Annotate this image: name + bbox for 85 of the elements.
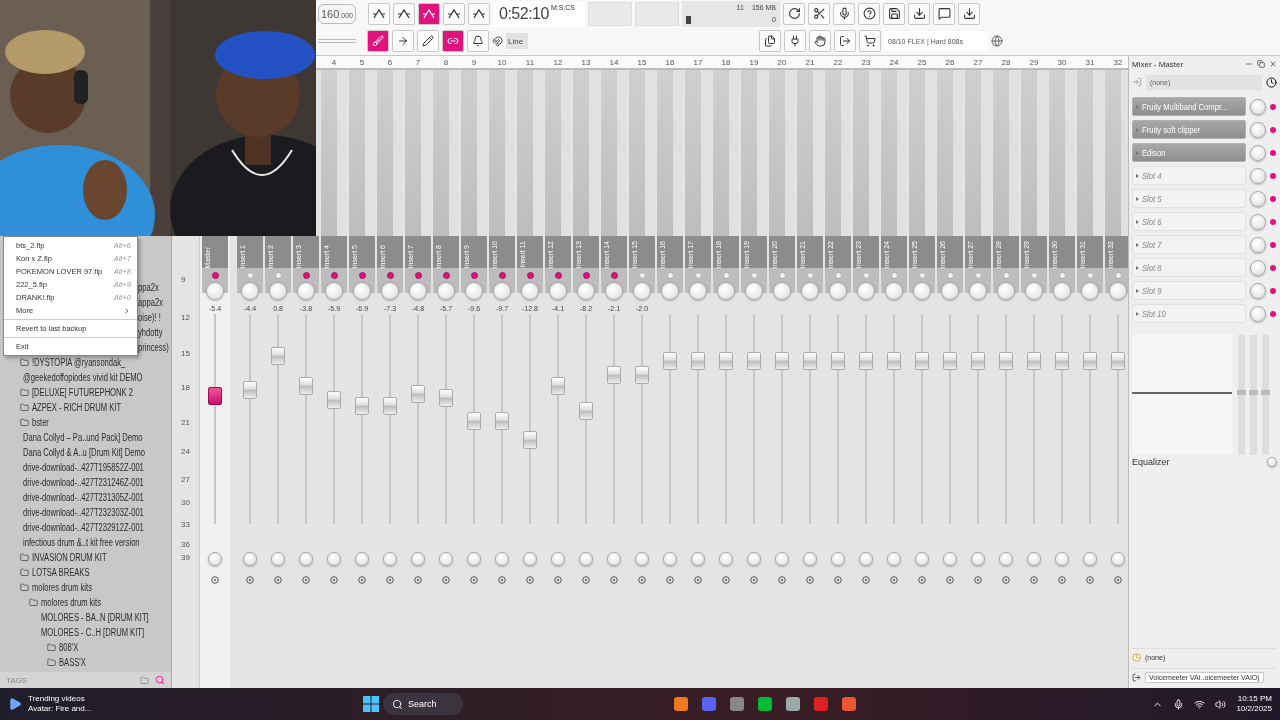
insert-number: 15 [628,56,656,70]
browser-item[interactable]: MOLORES - C..H [DRUM KIT] [41,627,145,638]
browser-item[interactable]: AZPEX - RICH DRUM KIT [32,402,122,413]
browser-item[interactable]: [DELUXE] FUTUREPHONK 2 [32,387,133,398]
browser-item[interactable]: oise)! ! [138,312,161,323]
browser-item[interactable]: 808'X [59,642,79,653]
tags-label[interactable]: TAGS [6,675,28,685]
scale-label: 36 [181,540,190,549]
insert-number: 4 [320,56,348,70]
browser-item[interactable]: bster [32,417,49,428]
insert-number: 17 [684,56,712,70]
insert-number: 26 [936,56,964,70]
browser-item[interactable]: molores drum kits [32,582,92,593]
insert-number: 9 [460,56,488,70]
browser-item[interactable]: INVASION DRUM KIT [32,552,107,563]
scale-label: 30 [181,498,190,507]
insert-number: 19 [740,56,768,70]
browser-item[interactable]: ppa2x [138,282,159,293]
effect-slot[interactable]: Fruity Multiband Compr... [1132,97,1246,116]
search-field[interactable]: Search [383,693,463,715]
browser-item[interactable]: BASS'X [59,657,86,668]
insert-number: 8 [432,56,460,70]
insert-number: 11 [516,56,544,70]
insert-number: 23 [852,56,880,70]
browser-item[interactable]: drive-download-..427T232303Z-001 [23,507,144,518]
insert-number: 20 [768,56,796,70]
browser-item[interactable]: drive-download-..427T231246Z-001 [23,477,144,488]
effect-slot[interactable]: Fruity soft clipper [1132,120,1246,139]
search-label: Search [408,699,437,709]
scale-label: 12 [181,313,190,322]
scale-label: 39 [181,553,190,562]
insert-number: 10 [488,56,516,70]
insert-number: 24 [880,56,908,70]
insert-number: 22 [824,56,852,70]
insert-number: 6 [376,56,404,70]
insert-number: 21 [796,56,824,70]
browser-item[interactable]: Dana Collyd & A..u [Drum Kit] Demo [23,447,146,458]
browser-item[interactable]: drive-download-..427T195852Z-001 [23,462,144,473]
effect-slot[interactable]: Slot 7 [1132,235,1246,254]
scale-label: 27 [181,475,190,484]
browser-item[interactable]: @geekedoffopiodes vivid kit DEMO [23,372,143,383]
insert-number: 30 [1048,56,1076,70]
widget-text[interactable]: Avatar: Fire and... [28,704,92,714]
scale-label: 15 [181,349,190,358]
equalizer-label: Equalizer [1132,457,1170,467]
insert-number: 32 [1104,56,1128,70]
insert-number: 25 [908,56,936,70]
browser-item[interactable]: drive-download-..427T231305Z-001 [23,492,144,503]
browser-item[interactable]: drive-download-..427T232912Z-001 [23,522,144,533]
insert-number: 13 [572,56,600,70]
scale-label: 21 [181,418,190,427]
effect-slot[interactable]: Edison [1132,143,1246,162]
effect-slot[interactable]: Slot 5 [1132,189,1246,208]
browser-item[interactable]: MOLORES - BA..N [DRUM KIT] [41,612,149,623]
clock[interactable]: 10:15 PM 10/2/2025 [1236,694,1272,714]
panel-title: Mixer - Master [1132,59,1184,69]
effect-slot[interactable]: Slot 4 [1132,166,1246,185]
insert-number: 14 [600,56,628,70]
browser-item[interactable]: molores drum kits [41,597,101,608]
scale-label: 33 [181,520,190,529]
snap-select[interactable]: Line [506,33,528,50]
insert-number: 28 [992,56,1020,70]
insert-number: 31 [1076,56,1104,70]
scale-label: 24 [181,447,190,456]
insert-number: 29 [1020,56,1048,70]
insert-number: 18 [712,56,740,70]
browser-item[interactable]: LOTSA BREAKS [32,567,90,578]
effect-slot[interactable]: Slot 9 [1132,281,1246,300]
insert-number: 5 [348,56,376,70]
effect-slot[interactable]: Slot 10 [1132,304,1246,323]
widget-title[interactable]: Trending videos [28,694,92,704]
insert-number: 27 [964,56,992,70]
scale-label: 18 [181,383,190,392]
browser-item[interactable]: infectious drum &..t kit free version [23,537,140,548]
browser-item[interactable]: appa2x [138,297,163,308]
effect-slot[interactable]: Slot 8 [1132,258,1246,277]
browser-item[interactable]: princess) [138,342,169,353]
insert-number: 7 [404,56,432,70]
insert-number: 12 [544,56,572,70]
insert-number: 16 [656,56,684,70]
browser-item[interactable]: yhdotty [138,327,163,338]
effect-slot[interactable]: Slot 6 [1132,212,1246,231]
browser-item[interactable]: Dana Collyd – Pa..und Pack] Demo [23,432,143,443]
scale-label: 9 [181,275,186,284]
browser-item[interactable]: !DYSTOPIA @ryansondak_ [32,357,126,368]
